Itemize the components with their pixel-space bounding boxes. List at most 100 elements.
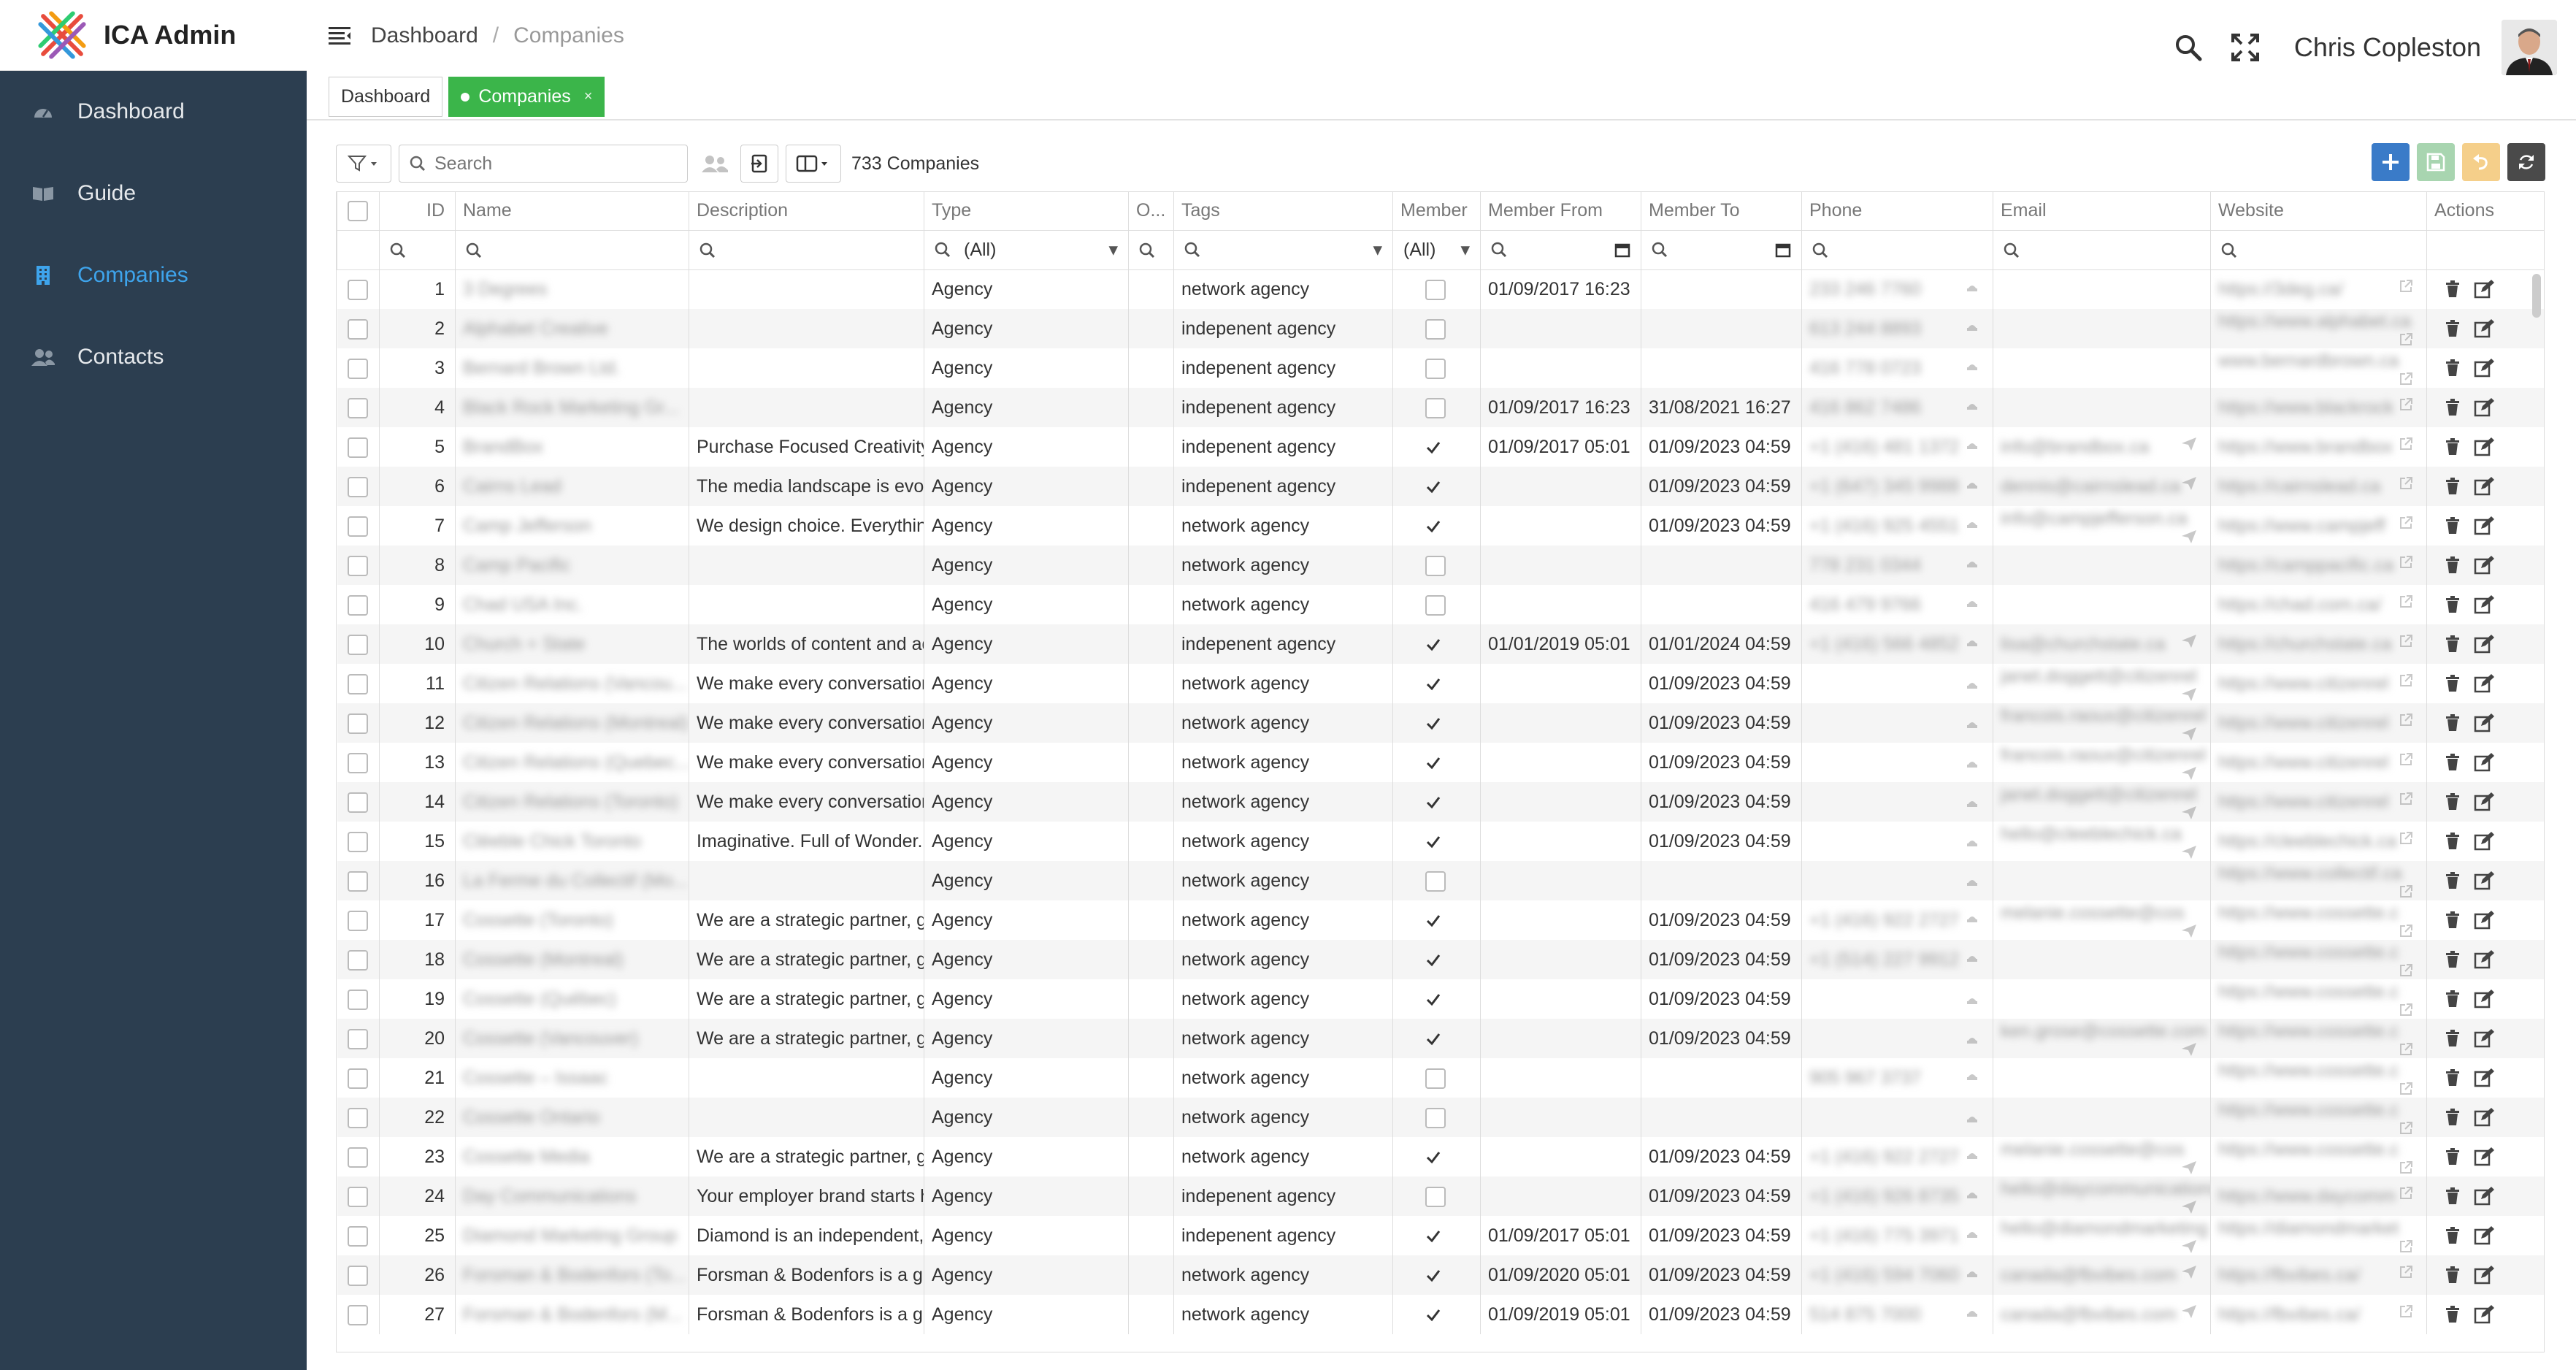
search-icon[interactable] xyxy=(2174,34,2202,61)
table-row[interactable]: 22 Cossette Ontario Agency network agency ht… xyxy=(337,1098,2544,1137)
phone-icon[interactable] xyxy=(1965,992,1979,1006)
edit-icon[interactable] xyxy=(2474,674,2494,693)
row-checkbox[interactable] xyxy=(347,831,368,852)
filter-cell-website[interactable] xyxy=(2210,229,2427,270)
cell-email[interactable] xyxy=(1993,1058,2211,1098)
trash-icon[interactable] xyxy=(2445,517,2461,535)
select-all-header[interactable] xyxy=(337,192,380,231)
table-row[interactable]: 15 Cléeble Chick Toronto Imaginative. Full… xyxy=(337,822,2544,861)
cell-o[interactable] xyxy=(1128,664,1174,703)
row-select-cell[interactable] xyxy=(337,546,380,585)
cell-website[interactable]: https://www.cossette.c xyxy=(2210,900,2427,940)
column-header-description[interactable]: Description xyxy=(689,192,924,231)
phone-icon[interactable] xyxy=(1965,318,1979,333)
cell-o[interactable] xyxy=(1128,1098,1174,1137)
edit-icon[interactable] xyxy=(2474,635,2494,654)
column-header-name[interactable]: Name xyxy=(455,192,689,231)
send-icon[interactable] xyxy=(2181,1200,2197,1214)
cell-member-from[interactable] xyxy=(1480,861,1641,900)
member-checkbox[interactable] xyxy=(1425,397,1446,418)
edit-icon[interactable] xyxy=(2474,1068,2494,1087)
cell-tags[interactable]: network agency xyxy=(1173,861,1393,900)
column-chooser-button[interactable] xyxy=(786,145,841,183)
cell-name[interactable]: Chad USA Inc. xyxy=(455,585,689,624)
cell-member-from[interactable] xyxy=(1480,1176,1641,1216)
cell-o[interactable] xyxy=(1128,743,1174,782)
edit-icon[interactable] xyxy=(2474,1147,2494,1166)
cell-member-from[interactable]: 01/09/2017 16:23 xyxy=(1480,388,1641,427)
cell-website[interactable]: https://www.cossette.c xyxy=(2210,1098,2427,1137)
cell-name[interactable]: Alphabet Creative xyxy=(455,309,689,348)
row-checkbox[interactable] xyxy=(347,1068,368,1089)
row-select-cell[interactable] xyxy=(337,822,380,861)
send-icon[interactable] xyxy=(2181,687,2197,702)
trash-icon[interactable] xyxy=(2445,635,2461,653)
cell-member[interactable] xyxy=(1392,900,1481,940)
cell-o[interactable] xyxy=(1128,782,1174,822)
row-checkbox[interactable] xyxy=(347,870,368,892)
cell-type[interactable]: Agency xyxy=(924,979,1129,1019)
phone-icon[interactable] xyxy=(1965,834,1979,849)
external-link-icon[interactable] xyxy=(2399,1304,2413,1319)
cell-phone[interactable] xyxy=(1801,664,1993,703)
row-checkbox[interactable] xyxy=(347,516,368,537)
cell-tags[interactable]: network agency xyxy=(1173,1058,1393,1098)
edit-icon[interactable] xyxy=(2474,1226,2494,1245)
external-link-icon[interactable] xyxy=(2399,831,2413,846)
external-link-icon[interactable] xyxy=(2399,1042,2413,1057)
member-checkbox[interactable] xyxy=(1425,870,1446,892)
row-checkbox[interactable] xyxy=(347,318,368,340)
row-select-cell[interactable] xyxy=(337,979,380,1019)
cell-member-from[interactable] xyxy=(1480,940,1641,979)
cell-name[interactable]: Citizen Relations (Montreal) xyxy=(455,703,689,743)
cell-type[interactable]: Agency xyxy=(924,1176,1129,1216)
cell-description[interactable]: The media landscape is evolving xyxy=(689,467,924,506)
table-row[interactable]: 20 Cossette (Vancouver) We are a strategic… xyxy=(337,1019,2544,1058)
phone-icon[interactable] xyxy=(1965,476,1979,491)
cell-description[interactable] xyxy=(689,585,924,624)
cell-phone[interactable] xyxy=(1801,979,1993,1019)
cell-email[interactable]: francois.raoux@citizenrel xyxy=(1993,743,2211,782)
cell-member-to[interactable]: 01/09/2023 04:59 xyxy=(1641,664,1802,703)
table-row[interactable]: 27 Forsman & Bodenfors (M... Forsman & Bod… xyxy=(337,1295,2544,1334)
cell-member[interactable] xyxy=(1392,782,1481,822)
external-link-icon[interactable] xyxy=(2399,555,2413,570)
trash-icon[interactable] xyxy=(2445,596,2461,613)
cell-member[interactable] xyxy=(1392,1019,1481,1058)
column-header-website[interactable]: Website xyxy=(2210,192,2427,231)
external-link-icon[interactable] xyxy=(2399,372,2413,386)
cell-website[interactable]: https://www.collectif.ca xyxy=(2210,861,2427,900)
send-icon[interactable] xyxy=(2181,805,2197,820)
cell-type[interactable]: Agency xyxy=(924,585,1129,624)
cell-member[interactable] xyxy=(1392,1176,1481,1216)
trash-icon[interactable] xyxy=(2445,714,2461,732)
table-row[interactable]: 19 Cossette (Québec) We are a strategic pa… xyxy=(337,979,2544,1019)
external-link-icon[interactable] xyxy=(2399,713,2413,727)
cell-email[interactable] xyxy=(1993,861,2211,900)
cell-member-from[interactable]: 01/09/2017 05:01 xyxy=(1480,427,1641,467)
cell-member-from[interactable] xyxy=(1480,1058,1641,1098)
sidebar-item-contacts[interactable]: Contacts xyxy=(0,316,307,398)
cell-website[interactable]: https://www.citizenrel xyxy=(2210,782,2427,822)
avatar[interactable] xyxy=(2502,20,2557,75)
cell-member[interactable] xyxy=(1392,467,1481,506)
member-checkbox[interactable] xyxy=(1425,1186,1446,1207)
cell-description[interactable]: Forsman & Bodenfors is a global xyxy=(689,1295,924,1334)
cell-member[interactable] xyxy=(1392,861,1481,900)
cell-member-from[interactable] xyxy=(1480,546,1641,585)
cell-phone[interactable] xyxy=(1801,1098,1993,1137)
refresh-button[interactable] xyxy=(2507,143,2545,181)
cell-description[interactable]: We are a strategic partner, getting xyxy=(689,1019,924,1058)
member-checkbox[interactable] xyxy=(1425,594,1446,616)
row-checkbox[interactable] xyxy=(347,634,368,655)
table-row[interactable]: 21 Cossette – Issaac Agency network agency 9… xyxy=(337,1058,2544,1098)
cell-tags[interactable]: network agency xyxy=(1173,1255,1393,1295)
save-button[interactable] xyxy=(2417,143,2455,181)
cell-name[interactable]: Church + State xyxy=(455,624,689,664)
export-button[interactable] xyxy=(740,145,778,183)
send-icon[interactable] xyxy=(2181,1160,2197,1175)
phone-icon[interactable] xyxy=(1965,1225,1979,1240)
send-icon[interactable] xyxy=(2181,1042,2197,1057)
member-checkbox[interactable] xyxy=(1425,1107,1446,1128)
send-icon[interactable] xyxy=(2181,845,2197,860)
